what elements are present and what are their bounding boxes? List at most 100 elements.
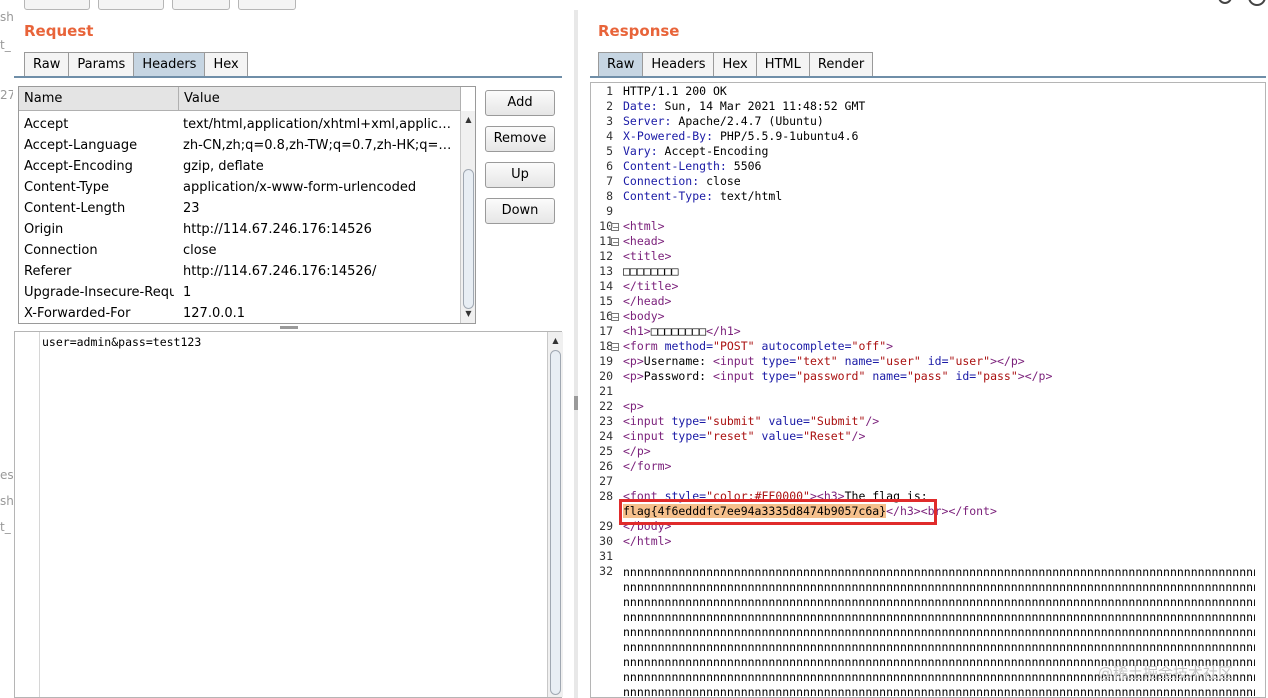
scroll-thumb[interactable]	[463, 169, 474, 309]
attr: name=	[872, 369, 907, 383]
code-line: <p>Password: <input type="password" name…	[623, 369, 1052, 384]
column-header-name[interactable]: Name	[19, 87, 179, 111]
tab-html[interactable]: HTML	[755, 52, 810, 76]
h1-text: □□□□□□□□	[650, 324, 707, 338]
table-row[interactable]: X-Forwarded-For 127.0.0.1	[19, 303, 461, 323]
tag: <head>	[623, 234, 665, 248]
tag: >	[1017, 369, 1025, 383]
tag: <input	[623, 429, 665, 443]
line-number: 20	[599, 369, 613, 383]
divider-grip[interactable]	[574, 396, 578, 410]
line-number: 19	[599, 354, 613, 368]
line-number: 5	[606, 144, 613, 158]
code-line: HTTP/1.1 200 OK	[623, 84, 727, 99]
header-value: 127.0.0.1	[183, 306, 246, 321]
header-value: http://114.67.246.176:14526/	[183, 264, 377, 279]
table-row[interactable]: Upgrade-Insecure-Requ... 1	[19, 282, 461, 303]
tab-hex[interactable]: Hex	[713, 52, 757, 76]
code-line: <p>Username: <input type="text" name="us…	[623, 354, 1025, 369]
header-val: 5506	[726, 159, 762, 173]
table-row[interactable]: Referer http://114.67.246.176:14526/	[19, 261, 461, 282]
fold-toggle-icon[interactable]: −	[611, 238, 619, 247]
column-header-value[interactable]: Value	[179, 87, 461, 111]
line-number: 4	[606, 129, 613, 143]
toolbar-button-1[interactable]	[24, 0, 90, 10]
code-line: Content-Type: text/html	[623, 189, 782, 204]
toolbar-icon[interactable]	[1218, 0, 1232, 4]
tab-params[interactable]: Params	[68, 52, 135, 76]
table-row[interactable]: Accept-Encoding gzip, deflate	[19, 156, 461, 177]
tab-headers[interactable]: Headers	[133, 52, 206, 76]
down-button[interactable]: Down	[485, 198, 555, 224]
scroll-up-arrow-icon[interactable]: ▲	[461, 113, 475, 127]
line-number: 26	[599, 459, 613, 473]
header-value: text/html,application/xhtml+xml,applicat…	[183, 117, 458, 132]
line-number: 24	[599, 429, 613, 443]
line-number: 12	[599, 249, 613, 263]
tab-raw[interactable]: Raw	[598, 52, 644, 76]
fold-toggle-icon[interactable]: −	[611, 343, 619, 352]
table-row[interactable]: Connection close	[19, 240, 461, 261]
table-row[interactable]: Origin http://114.67.246.176:14526	[19, 219, 461, 240]
tab-hex[interactable]: Hex	[204, 52, 248, 76]
line-number: 9	[606, 204, 613, 218]
toolbar-button-2[interactable]	[98, 0, 164, 10]
toolbar-button-4[interactable]	[238, 0, 296, 10]
header-key: Content-Type:	[623, 189, 714, 203]
response-editor[interactable]: 1 2 3 4 5 6 7 8 9 10 11 12 13 14 15 16 1…	[590, 82, 1266, 698]
tag: <h1>	[623, 324, 651, 338]
header-name: Connection	[24, 243, 98, 258]
tab-headers[interactable]: Headers	[642, 52, 715, 76]
flag-highlight-box	[619, 499, 937, 525]
attr-value: "reset"	[706, 429, 755, 443]
code-line: </title>	[623, 279, 678, 294]
table-row[interactable]: Content-Length 23	[19, 198, 461, 219]
attr: name=	[844, 354, 880, 368]
scroll-down-arrow-icon[interactable]: ▼	[461, 307, 475, 321]
line-number: 1	[606, 84, 613, 98]
gutter-text: t_	[0, 520, 11, 534]
help-icon[interactable]	[1248, 0, 1266, 6]
attr-value: "pass"	[906, 369, 949, 383]
fold-toggle-icon[interactable]: −	[611, 223, 619, 232]
headers-scrollbar[interactable]: ▲ ▼	[460, 111, 475, 323]
header-val: Accept-Encoding	[657, 144, 769, 158]
request-body-text[interactable]: user=admin&pass=test123	[42, 335, 201, 349]
table-row[interactable]: Content-Type application/x-www-form-urlen…	[19, 177, 461, 198]
header-key: Content-Length:	[623, 159, 727, 173]
toolbar-button-3[interactable]	[172, 0, 230, 10]
header-value: application/x-www-form-urlencoded	[183, 180, 417, 195]
request-body-editor[interactable]: user=admin&pass=test123 ▲	[14, 331, 563, 698]
line-number: 32	[599, 564, 613, 578]
attr: type=	[761, 369, 797, 383]
tag: >	[886, 339, 894, 353]
add-button[interactable]: Add	[485, 90, 555, 116]
header-name: Accept-Language	[24, 138, 138, 153]
code-line: <h1>□□□□□□□□</h1>	[623, 324, 741, 339]
code-line: <form method="POST" autocomplete="off">	[623, 339, 893, 354]
panel-divider[interactable]	[574, 10, 578, 698]
header-key: Vary:	[623, 144, 658, 158]
fold-toggle-icon[interactable]: −	[611, 313, 619, 322]
tag: <p>	[623, 354, 644, 368]
up-button[interactable]: Up	[485, 162, 555, 188]
split-handle[interactable]	[280, 326, 298, 329]
tag: </p>	[997, 354, 1025, 368]
table-row[interactable]: Accept text/html,application/xhtml+xml,ap…	[19, 114, 461, 135]
gutter-text: es	[0, 468, 13, 482]
body-scrollbar[interactable]: ▲	[547, 332, 563, 697]
header-value: 1	[183, 285, 192, 300]
attr-value: "Reset"	[803, 429, 852, 443]
tab-raw[interactable]: Raw	[24, 52, 70, 76]
filler-line: nnnnnnnnnnnnnnnnnnnnnnnnnnnnnnnnnnnnnnnn…	[623, 625, 1255, 639]
remove-button[interactable]: Remove	[485, 126, 555, 152]
line-number: 27	[599, 474, 613, 488]
scroll-thumb[interactable]	[550, 350, 561, 695]
table-row[interactable]: Accept-Language zh-CN,zh;q=0.8,zh-TW;q=0.…	[19, 135, 461, 156]
scroll-up-arrow-icon[interactable]: ▲	[548, 334, 563, 348]
tab-render[interactable]: Render	[808, 52, 874, 76]
code-line: Content-Length: 5506	[623, 159, 761, 174]
header-value: close	[183, 243, 217, 258]
gutter-text: sh	[0, 494, 13, 508]
header-value: 23	[183, 201, 200, 216]
